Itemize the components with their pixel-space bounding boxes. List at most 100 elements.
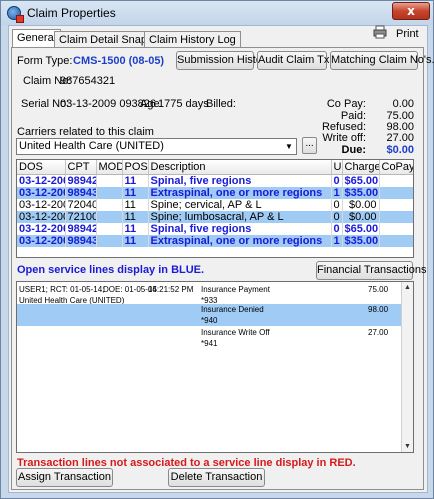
- cell-pos: 11: [122, 198, 149, 211]
- carrier-browse-button[interactable]: ...: [302, 137, 317, 154]
- cell-cpt: 98942: [65, 174, 97, 187]
- writeoff-label: Write off:: [322, 132, 366, 144]
- column-header-charge[interactable]: Charge: [342, 160, 380, 175]
- window-title: Claim Properties: [27, 6, 116, 20]
- column-header-pos[interactable]: POS: [122, 160, 149, 175]
- cell-description: Spinal, five regions: [148, 222, 332, 235]
- app-icon: [7, 6, 24, 23]
- list-item[interactable]: Insurance Write Off *941 27.00: [17, 327, 402, 349]
- column-header-cpt[interactable]: CPT: [65, 160, 97, 175]
- financial-transactions-button[interactable]: Financial Transactions: [316, 261, 426, 280]
- close-button[interactable]: x: [392, 2, 430, 20]
- column-header-mod[interactable]: MOD: [96, 160, 123, 175]
- cell-mod: [96, 186, 123, 199]
- cell-charge: $0.00: [342, 198, 380, 211]
- tx-amount: 27.00: [368, 328, 389, 337]
- tab-claim-history-log[interactable]: Claim History Log: [144, 31, 241, 48]
- audit-claim-button[interactable]: Audit Claim Tx's: [257, 51, 337, 70]
- cell-mod: [96, 210, 123, 223]
- cell-pos: 11: [122, 210, 149, 223]
- age-value: 1775 days: [158, 98, 209, 110]
- service-lines-table[interactable]: DOS CPT MOD POS Description U Charge CoP…: [16, 159, 414, 258]
- copay-value: 0.00: [392, 98, 414, 110]
- cell-u: 1: [331, 186, 343, 199]
- tx-type: Insurance Denied: [201, 305, 264, 314]
- carrier-select[interactable]: United Health Care (UNITED) ▼: [16, 138, 297, 155]
- column-header-u[interactable]: U: [331, 160, 343, 175]
- cell-mod: [96, 174, 123, 187]
- assign-transaction-button[interactable]: Assign Transaction: [16, 468, 113, 487]
- cell-cpt: 98943: [65, 234, 97, 247]
- cell-copay: [379, 234, 413, 247]
- cell-pos: 11: [122, 222, 149, 235]
- scroll-down-icon[interactable]: ▼: [402, 441, 413, 452]
- tx-time: 05:21:52 PM: [148, 285, 194, 294]
- cell-charge: $0.00: [342, 210, 380, 223]
- cell-u: 0: [331, 210, 343, 223]
- open-lines-note: Open service lines display in BLUE.: [17, 264, 205, 276]
- cell-dos: 03-12-200: [17, 174, 66, 187]
- cell-mod: [96, 198, 123, 211]
- cell-cpt: 98943: [65, 186, 97, 199]
- cell-dos: 03-12-200: [17, 186, 66, 199]
- writeoff-value: 27.00: [386, 132, 414, 144]
- carrier-selected-value: United Health Care (UNITED): [19, 140, 164, 152]
- table-row[interactable]: 03-12-200 98943 11 Extraspinal, one or m…: [17, 234, 413, 247]
- column-header-dos[interactable]: DOS: [17, 160, 66, 175]
- cell-dos: 03-12-200: [17, 222, 66, 235]
- cell-copay: [379, 210, 413, 223]
- tx-user-receipt: USER1; RCT: 01-05-14;: [19, 285, 105, 294]
- cell-description: Spine; lumbosacral, AP & L: [148, 210, 332, 223]
- cell-u: 0: [331, 174, 343, 187]
- submission-history-button[interactable]: Submission History: [176, 51, 271, 70]
- cell-charge: $65.00: [342, 174, 380, 187]
- cell-cpt: 72040: [65, 198, 97, 211]
- table-row[interactable]: 03-12-200 98942 11 Spinal, five regions …: [17, 222, 413, 235]
- table-row[interactable]: 03-12-200 98943 11 Extraspinal, one or m…: [17, 186, 413, 199]
- tx-type: Insurance Payment: [201, 285, 270, 294]
- cell-dos: 03-12-2009: [17, 198, 66, 211]
- claim-no-value: 987654321: [60, 75, 116, 87]
- transactions-scrollbar[interactable]: ▲ ▼: [401, 282, 413, 452]
- table-header-row: DOS CPT MOD POS Description U Charge CoP…: [17, 160, 413, 175]
- list-item[interactable]: Insurance Denied *940 98.00: [17, 304, 402, 326]
- print-label[interactable]: Print: [396, 28, 419, 40]
- title-bar[interactable]: Claim Properties x: [1, 1, 433, 25]
- column-header-copay[interactable]: CoPay: [379, 160, 413, 175]
- copay-label: Co Pay:: [326, 98, 366, 110]
- cell-charge: $35.00: [342, 234, 380, 247]
- form-type-label: Form Type:: [17, 55, 73, 67]
- cell-charge: $65.00: [342, 222, 380, 235]
- cell-dos: 03-12-200: [17, 234, 66, 247]
- matching-claim-button[interactable]: Matching Claim No's...: [330, 51, 434, 70]
- tx-code: *941: [201, 339, 218, 348]
- cell-description: Spine; cervical, AP & L: [148, 198, 332, 211]
- column-header-description[interactable]: Description: [148, 160, 332, 175]
- cell-copay: [379, 222, 413, 235]
- cell-description: Spinal, five regions: [148, 174, 332, 187]
- cell-u: 0: [331, 222, 343, 235]
- cell-mod: [96, 234, 123, 247]
- scroll-up-icon[interactable]: ▲: [402, 282, 413, 293]
- cell-description: Extraspinal, one or more regions: [148, 186, 332, 199]
- cell-description: Extraspinal, one or more regions: [148, 234, 332, 247]
- cell-pos: 11: [122, 174, 149, 187]
- cell-mod: [96, 222, 123, 235]
- printer-icon[interactable]: [373, 25, 387, 39]
- billed-label: Billed:: [206, 98, 236, 110]
- cell-dos: 03-12-2009: [17, 210, 66, 223]
- cell-pos: 11: [122, 234, 149, 247]
- tx-amount: 75.00: [368, 285, 389, 294]
- transactions-list[interactable]: USER1; RCT: 01-05-14; DOE: 01-05-14 05:2…: [16, 281, 414, 453]
- cell-cpt: 72100: [65, 210, 97, 223]
- cell-pos: 11: [122, 186, 149, 199]
- table-row[interactable]: 03-12-200 98942 11 Spinal, five regions …: [17, 174, 413, 187]
- table-row[interactable]: 03-12-2009 72100 11 Spine; lumbosacral, …: [17, 210, 413, 223]
- chevron-down-icon[interactable]: ▼: [282, 139, 296, 154]
- table-row[interactable]: 03-12-2009 72040 11 Spine; cervical, AP …: [17, 198, 413, 211]
- cell-charge: $35.00: [342, 186, 380, 199]
- carriers-label: Carriers related to this claim: [17, 126, 154, 138]
- cell-u: 1: [331, 234, 343, 247]
- tx-amount: 98.00: [368, 305, 389, 314]
- delete-transaction-button[interactable]: Delete Transaction: [168, 468, 265, 487]
